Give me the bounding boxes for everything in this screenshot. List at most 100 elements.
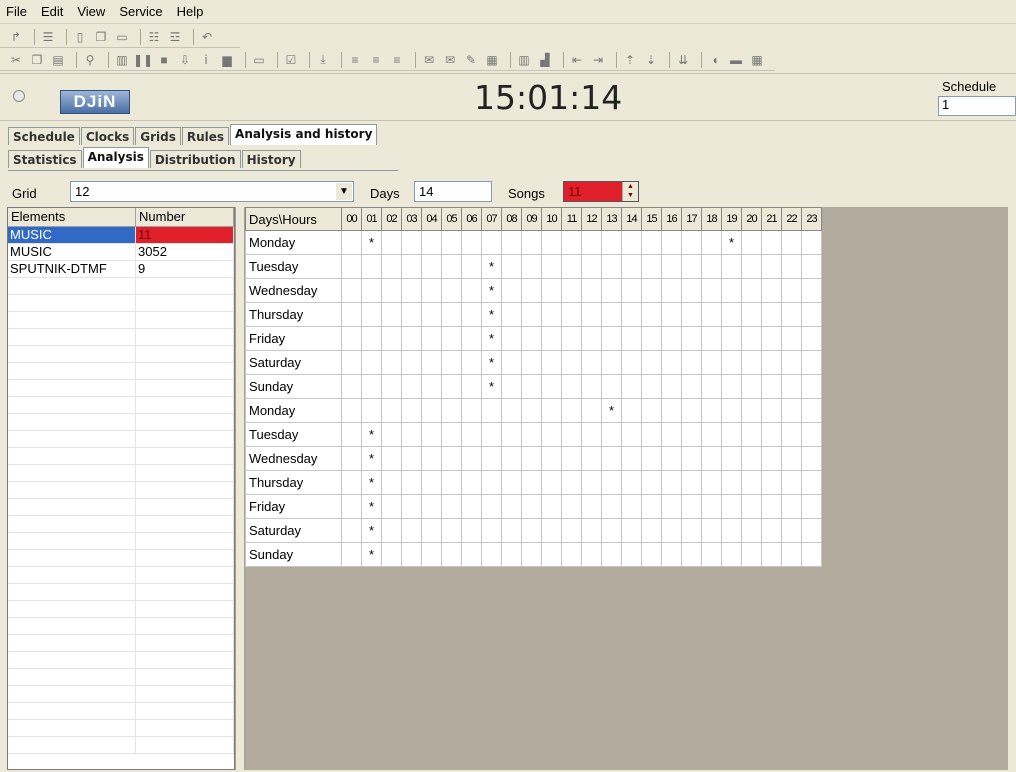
hour-header[interactable]: 21	[761, 207, 782, 231]
grid-cell[interactable]	[341, 278, 362, 303]
grid-cell[interactable]	[341, 446, 362, 471]
grid-cell[interactable]	[421, 230, 442, 255]
print-icon[interactable]: ▦	[484, 52, 500, 68]
grid-cell[interactable]	[581, 446, 602, 471]
insert-icon[interactable]: ☷	[146, 29, 162, 45]
grid-cell[interactable]	[681, 542, 702, 567]
grid-cell[interactable]	[621, 254, 642, 279]
grid-cell[interactable]	[541, 326, 562, 351]
grid-cell[interactable]	[661, 350, 682, 375]
grid-cell[interactable]	[481, 494, 502, 519]
grid-cell[interactable]	[461, 278, 482, 303]
grid-cell[interactable]	[501, 254, 522, 279]
grid-cell[interactable]	[481, 446, 502, 471]
mail-icon[interactable]: ✉	[421, 52, 437, 68]
grid-cell[interactable]	[661, 254, 682, 279]
grid-cell[interactable]	[761, 470, 782, 495]
grid-cell[interactable]	[441, 422, 462, 447]
grid-cell[interactable]	[501, 542, 522, 567]
grid-cell[interactable]	[501, 446, 522, 471]
grid-cell[interactable]	[501, 470, 522, 495]
grid-cell[interactable]	[661, 398, 682, 423]
grid-cell[interactable]	[421, 446, 442, 471]
grid-cell[interactable]	[761, 446, 782, 471]
grid-cell[interactable]	[641, 254, 662, 279]
grid-cell[interactable]	[701, 278, 722, 303]
grid-cell[interactable]	[561, 230, 582, 255]
grid-cell[interactable]	[361, 350, 382, 375]
grid-cell[interactable]	[461, 230, 482, 255]
grid-cell[interactable]	[721, 254, 742, 279]
grid-cell[interactable]	[661, 326, 682, 351]
grid-cell[interactable]	[341, 302, 362, 327]
minimize-icon[interactable]: ▭	[251, 52, 267, 68]
grid-cell[interactable]	[701, 230, 722, 255]
grid-cell[interactable]	[801, 374, 822, 399]
grid-cell[interactable]	[401, 350, 422, 375]
grid-cell[interactable]	[461, 470, 482, 495]
grid-cell[interactable]	[401, 254, 422, 279]
grid-cell[interactable]	[521, 326, 542, 351]
grid-cell[interactable]	[601, 374, 622, 399]
hour-header[interactable]: 00	[341, 207, 362, 231]
grid-cell[interactable]	[781, 302, 802, 327]
table-row[interactable]: MUSIC 3052	[8, 244, 234, 261]
grid-cell[interactable]	[601, 350, 622, 375]
grid-cell[interactable]	[561, 374, 582, 399]
grid-cell[interactable]	[661, 494, 682, 519]
grid-cell[interactable]	[781, 278, 802, 303]
grid-cell[interactable]	[541, 374, 562, 399]
align-left-icon[interactable]: ≡	[347, 52, 363, 68]
grid-cell[interactable]	[641, 470, 662, 495]
hour-header[interactable]: 18	[701, 207, 722, 231]
grid-cell[interactable]	[381, 398, 402, 423]
hour-header[interactable]: 04	[421, 207, 442, 231]
grid-cell[interactable]	[341, 494, 362, 519]
grid-cell[interactable]	[421, 374, 442, 399]
grid-cell[interactable]	[401, 518, 422, 543]
grid-cell[interactable]	[401, 302, 422, 327]
grid-cell[interactable]	[601, 518, 622, 543]
grid-cell[interactable]	[721, 494, 742, 519]
grid-cell[interactable]	[741, 446, 762, 471]
grid-cell[interactable]	[581, 374, 602, 399]
grid-cell[interactable]	[601, 302, 622, 327]
hour-header[interactable]: 05	[441, 207, 462, 231]
grid-cell[interactable]	[801, 470, 822, 495]
grid-cell[interactable]	[721, 398, 742, 423]
grid-cell[interactable]: *	[481, 254, 502, 279]
grid-cell[interactable]	[801, 494, 822, 519]
grid-cell[interactable]	[521, 518, 542, 543]
hour-header[interactable]: 07	[481, 207, 502, 231]
grid-cell[interactable]	[681, 302, 702, 327]
grid-cell[interactable]	[401, 398, 422, 423]
grid-cell[interactable]	[701, 542, 722, 567]
find-icon[interactable]: ⚲	[82, 52, 98, 68]
grid-cell[interactable]	[541, 398, 562, 423]
grid-cell[interactable]	[381, 254, 402, 279]
arrow-up-icon[interactable]: ⇡	[622, 52, 638, 68]
import-icon[interactable]: ⤓	[315, 52, 331, 68]
grid-cell[interactable]	[801, 518, 822, 543]
grid-cell[interactable]	[621, 326, 642, 351]
grid-cell[interactable]	[741, 518, 762, 543]
hour-header[interactable]: 17	[681, 207, 702, 231]
grid-cell[interactable]	[521, 302, 542, 327]
grid-cell[interactable]	[381, 278, 402, 303]
tab-history[interactable]: History	[241, 150, 301, 168]
grid-cell[interactable]	[381, 494, 402, 519]
grid-cell[interactable]	[781, 542, 802, 567]
splitter-handle[interactable]	[235, 207, 245, 770]
grid-cell[interactable]	[521, 254, 542, 279]
grid-cell[interactable]	[641, 278, 662, 303]
menu-help[interactable]: Help	[177, 4, 204, 19]
songs-stepper[interactable]: 11 ▲ ▼	[563, 181, 639, 202]
hour-header[interactable]: 03	[401, 207, 422, 231]
grid-cell[interactable]	[381, 374, 402, 399]
table-row[interactable]: MUSIC 11	[8, 227, 234, 244]
grid-cell[interactable]	[761, 422, 782, 447]
grid-cell[interactable]	[741, 278, 762, 303]
grid-cell[interactable]	[741, 470, 762, 495]
grid-cell[interactable]	[421, 422, 442, 447]
grid-cell[interactable]	[601, 422, 622, 447]
